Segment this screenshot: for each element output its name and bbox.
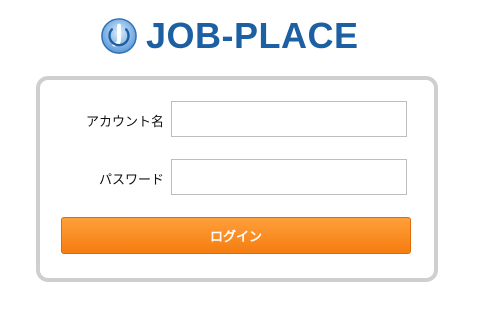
logo: JOB-PLACE	[100, 14, 359, 58]
login-panel: アカウント名 パスワード ログイン	[36, 76, 438, 282]
power-j-icon	[101, 18, 137, 54]
password-label: パスワード	[98, 172, 164, 188]
password-input[interactable]	[171, 159, 407, 195]
account-row: アカウント名	[40, 100, 434, 140]
password-row: パスワード	[40, 158, 434, 198]
account-input[interactable]	[171, 101, 407, 137]
account-label: アカウント名	[85, 114, 164, 130]
logo-text: JOB-PLACE	[146, 15, 359, 56]
login-button[interactable]: ログイン	[61, 217, 411, 254]
